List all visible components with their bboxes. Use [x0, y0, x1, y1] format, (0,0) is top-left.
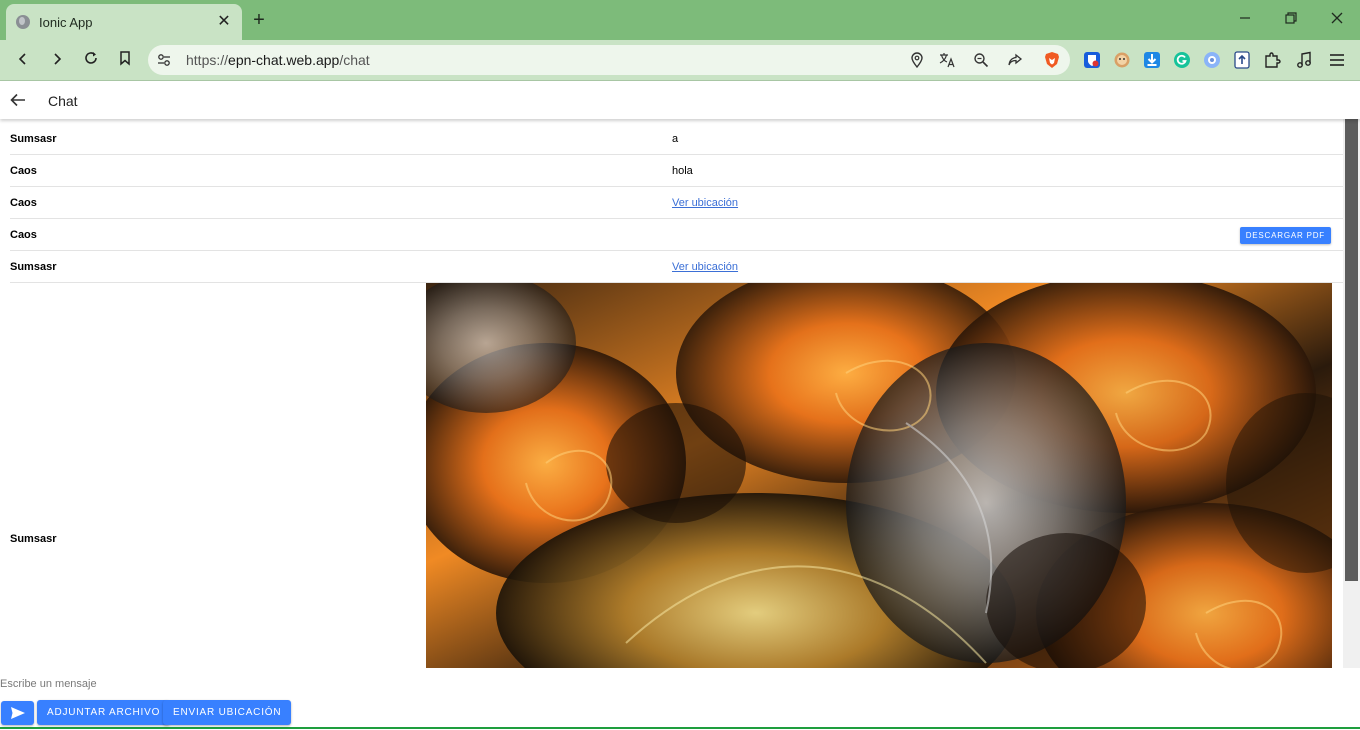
tab-title: Ionic App [39, 14, 93, 30]
message-sender: Sumsasr [10, 261, 57, 273]
message-composer: ADJUNTAR ARCHIVO ENVIAR UBICACIÓN [0, 668, 1360, 729]
message-sender: Caos [10, 229, 37, 241]
globe-icon [16, 15, 30, 29]
send-location-button[interactable]: ENVIAR UBICACIÓN [163, 700, 292, 725]
extensions-puzzle-icon[interactable] [1263, 51, 1281, 69]
message-row-image: Sumsasr [10, 283, 1343, 668]
message-row: Caos hola [10, 155, 1343, 187]
translate-icon[interactable] [938, 52, 956, 70]
circle-extension-icon[interactable] [1203, 51, 1221, 69]
view-location-link[interactable]: Ver ubicación [672, 261, 738, 273]
message-row: Sumsasr Ver ubicación [10, 251, 1343, 283]
url-text: https://epn-chat.web.app/chat [186, 52, 370, 68]
close-window-icon[interactable] [1326, 9, 1348, 31]
app-header: Chat [0, 81, 1360, 119]
view-location-link[interactable]: Ver ubicación [672, 197, 738, 209]
brave-shields-icon[interactable] [1043, 51, 1061, 69]
bitwarden-extension-icon[interactable] [1083, 51, 1101, 69]
message-text: hola [672, 165, 693, 177]
chat-message-list[interactable]: Sumsasr a Caos hola Caos Ver ubicación C… [0, 119, 1343, 668]
minimize-window-icon[interactable] [1234, 9, 1256, 31]
message-sender: Caos [10, 165, 37, 177]
tab-close-icon[interactable]: ✕ [216, 14, 232, 30]
back-nav-icon[interactable] [12, 49, 34, 71]
new-tab-button[interactable]: + [248, 9, 270, 31]
download-extension-icon[interactable] [1143, 51, 1161, 69]
message-input[interactable] [0, 674, 1343, 694]
shared-image[interactable] [426, 283, 1332, 668]
address-bar[interactable]: https://epn-chat.web.app/chat [148, 45, 1070, 75]
page-title: Chat [48, 93, 78, 109]
message-row: Caos Ver ubicación [10, 187, 1343, 219]
restore-window-icon[interactable] [1280, 9, 1302, 31]
browser-tab-strip: Ionic App ✕ + [0, 0, 1360, 40]
site-settings-icon[interactable] [156, 52, 172, 68]
scrollbar[interactable] [1343, 119, 1360, 668]
message-row: Sumsasr a [10, 123, 1343, 155]
message-sender: Sumsasr [10, 133, 57, 145]
share-icon[interactable] [1006, 52, 1024, 70]
face-extension-icon[interactable] [1113, 51, 1131, 69]
upload-extension-icon[interactable] [1233, 51, 1251, 69]
message-sender: Sumsasr [10, 533, 57, 545]
send-button[interactable] [1, 701, 34, 725]
download-pdf-button[interactable]: DESCARGAR PDF [1239, 227, 1331, 244]
browser-tab[interactable]: Ionic App ✕ [6, 4, 242, 40]
zoom-icon[interactable] [972, 52, 990, 70]
reload-icon[interactable] [80, 49, 102, 71]
attach-file-button[interactable]: ADJUNTAR ARCHIVO [37, 700, 171, 725]
browser-toolbar: https://epn-chat.web.app/chat [0, 40, 1360, 81]
media-controls-icon[interactable] [1295, 51, 1313, 69]
forward-nav-icon[interactable] [46, 49, 68, 71]
location-pin-icon[interactable] [908, 52, 926, 70]
bookmark-icon[interactable] [114, 49, 136, 71]
message-sender: Caos [10, 197, 37, 209]
scrollbar-thumb[interactable] [1345, 119, 1358, 581]
browser-menu-icon[interactable] [1328, 51, 1346, 69]
message-row: Caos DESCARGAR PDF [10, 219, 1343, 251]
grammarly-extension-icon[interactable] [1173, 51, 1191, 69]
message-text: a [672, 133, 679, 145]
back-arrow-icon[interactable] [8, 90, 30, 110]
